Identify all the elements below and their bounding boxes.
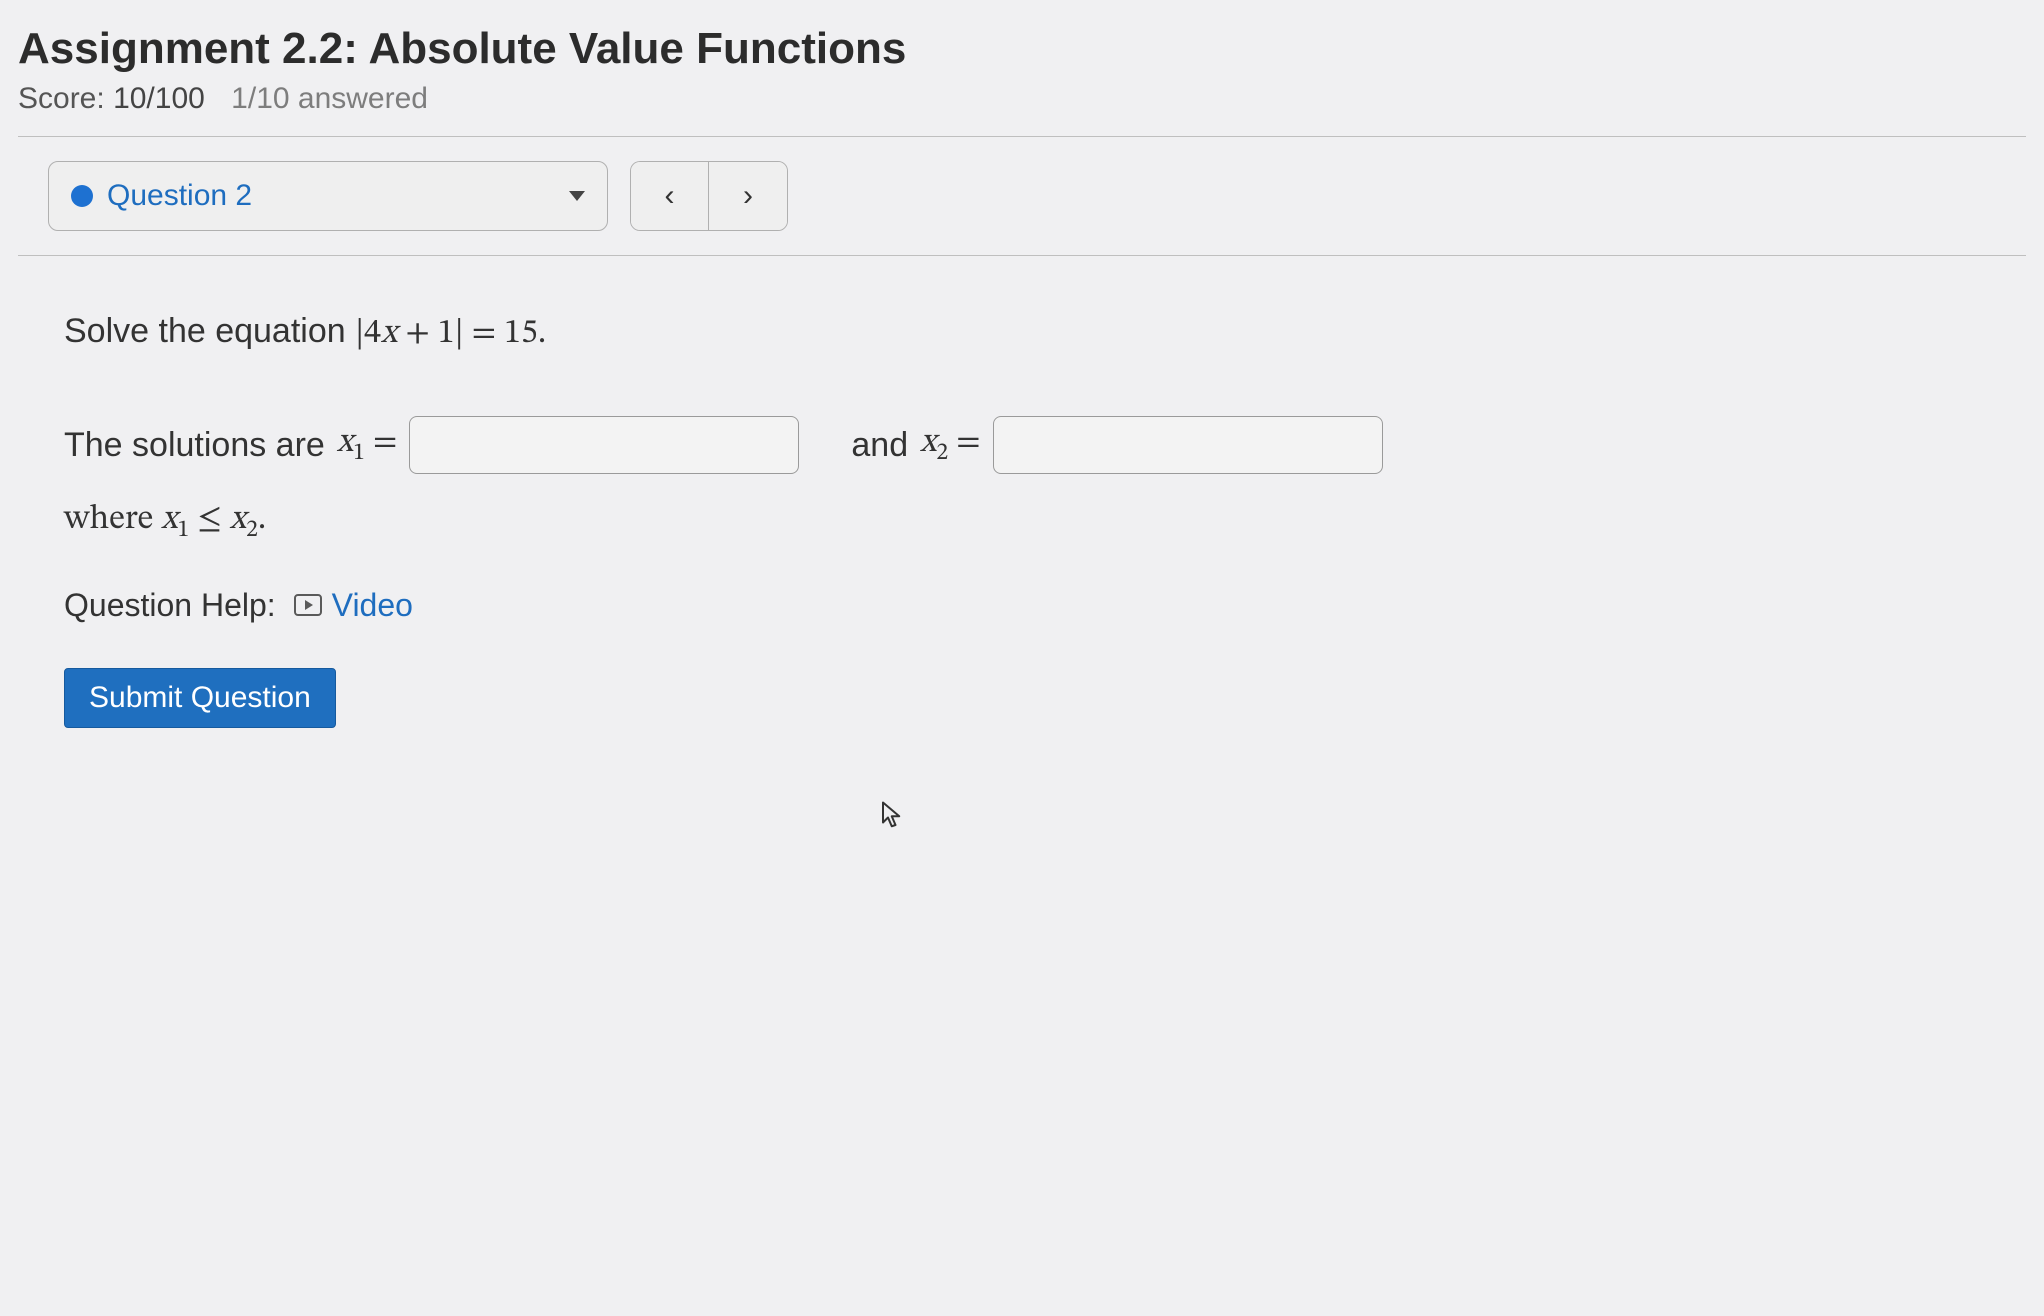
score-value: 10/100 bbox=[113, 82, 205, 115]
score-label: Score: bbox=[18, 82, 105, 115]
status-dot-icon bbox=[71, 185, 93, 207]
where-clause: where x1 ≤ x2. bbox=[64, 498, 1980, 545]
question-dropdown[interactable]: Question 2 bbox=[48, 161, 608, 231]
problem-statement: Solve the equation |4x + 1| = 15. bbox=[64, 312, 1980, 356]
help-row: Question Help: Video bbox=[64, 587, 1980, 624]
solutions-lead: The solutions are bbox=[64, 426, 325, 465]
chevron-right-icon: › bbox=[743, 179, 753, 213]
question-label: Question 2 bbox=[107, 179, 252, 213]
x2-label: x2 = bbox=[920, 422, 981, 468]
question-content: Solve the equation |4x + 1| = 15. The so… bbox=[18, 280, 2026, 740]
divider bbox=[18, 255, 2026, 256]
question-arrow-group: ‹ › bbox=[630, 161, 788, 231]
chevron-down-icon bbox=[569, 191, 585, 201]
assignment-title: Assignment 2.2: Absolute Value Functions bbox=[18, 24, 2026, 74]
and-label: and bbox=[851, 426, 908, 465]
video-help-link[interactable]: Video bbox=[294, 587, 413, 624]
submit-question-button[interactable]: Submit Question bbox=[64, 668, 336, 728]
chevron-left-icon: ‹ bbox=[665, 179, 675, 213]
score-row: Score: 10/100 1/10 answered bbox=[18, 82, 2026, 116]
problem-equation: |4x + 1| = 15. bbox=[355, 317, 546, 351]
answer-row: The solutions are x1 = and x2 = bbox=[64, 416, 1980, 474]
divider bbox=[18, 136, 2026, 137]
cursor-icon bbox=[880, 800, 906, 838]
x1-label: x1 = bbox=[337, 422, 398, 468]
video-icon bbox=[294, 594, 322, 616]
video-label: Video bbox=[332, 587, 413, 624]
prev-question-button[interactable]: ‹ bbox=[631, 162, 709, 230]
assignment-header: Assignment 2.2: Absolute Value Functions… bbox=[18, 24, 2026, 116]
x1-input[interactable] bbox=[409, 416, 799, 474]
problem-lead: Solve the equation bbox=[64, 312, 355, 350]
x2-input[interactable] bbox=[993, 416, 1383, 474]
answered-count: 1/10 answered bbox=[231, 82, 428, 115]
submit-label: Submit Question bbox=[89, 681, 311, 714]
help-label: Question Help: bbox=[64, 587, 276, 624]
next-question-button[interactable]: › bbox=[709, 162, 787, 230]
question-nav-row: Question 2 ‹ › bbox=[18, 161, 2026, 231]
